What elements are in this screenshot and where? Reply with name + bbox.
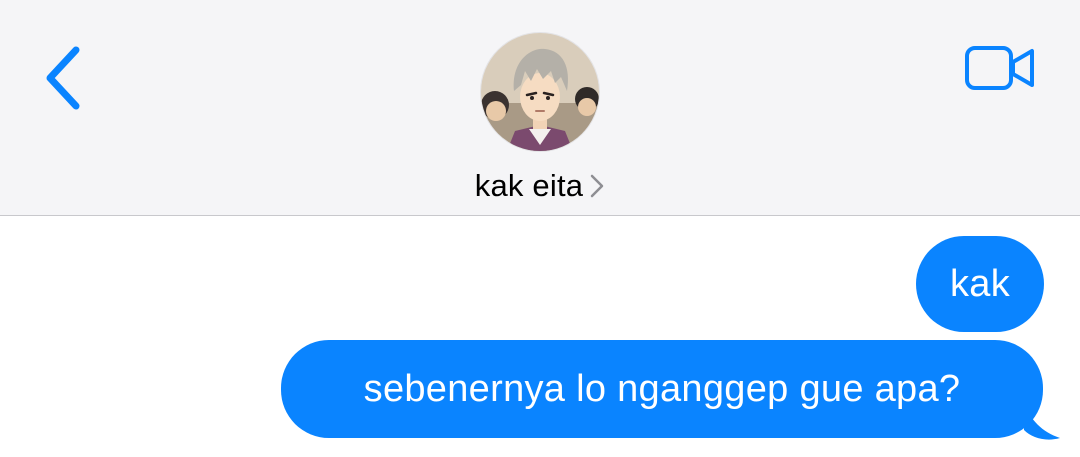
message-bubble-outgoing[interactable]: kak [916, 236, 1044, 332]
bubble-tail [1024, 402, 1062, 442]
contact-name-button[interactable]: kak eita [0, 166, 1080, 206]
message-text: sebenernya lo nganggep gue apa? [363, 367, 961, 410]
back-button[interactable] [38, 40, 88, 116]
chevron-right-icon [589, 173, 605, 199]
contact-name: kak eita [474, 168, 584, 203]
message-text: kak [949, 262, 1011, 305]
contact-avatar[interactable] [481, 33, 599, 151]
avatar-image [481, 33, 599, 151]
video-camera-icon [965, 46, 1034, 90]
chat-header: kak eita [0, 0, 1080, 216]
chevron-left-icon [46, 46, 80, 110]
message-bubble-outgoing[interactable]: sebenernya lo nganggep gue apa? [281, 340, 1043, 438]
video-call-button[interactable] [962, 42, 1038, 96]
